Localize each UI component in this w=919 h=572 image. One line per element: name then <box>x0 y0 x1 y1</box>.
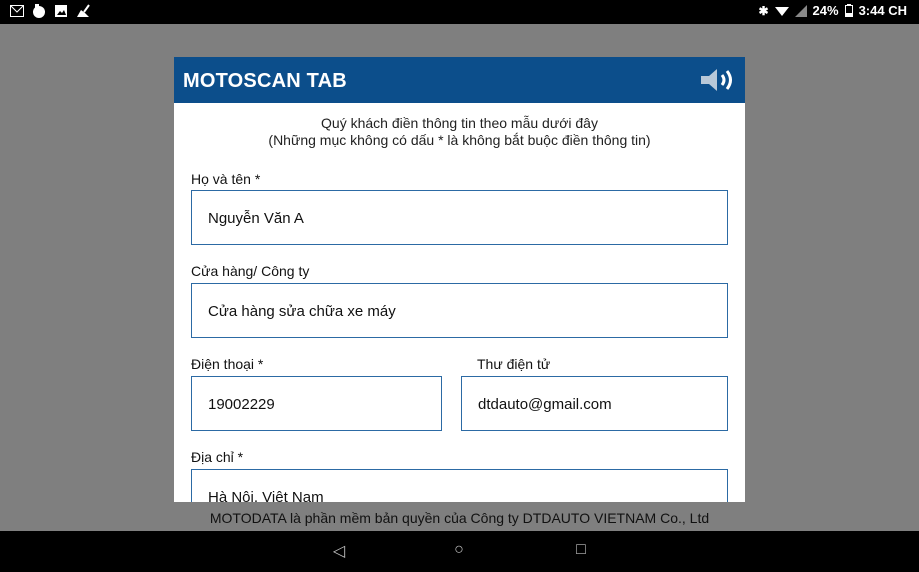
navigation-bar: ◁ ○ □ <box>0 531 919 572</box>
email-value: dtdauto@gmail.com <box>478 396 612 413</box>
app-icon <box>33 4 45 18</box>
phone-field[interactable]: 19002229 <box>191 376 442 431</box>
wifi-icon <box>774 6 789 16</box>
dialog-title: MOTOSCAN TAB <box>183 70 347 92</box>
email-field[interactable]: dtdauto@gmail.com <box>461 376 728 431</box>
bluetooth-icon: ✱ <box>758 3 769 18</box>
notification-icons <box>10 4 90 18</box>
system-status: ✱ 24% 3:44 CH <box>758 3 907 18</box>
intro-line-2: (Những mục không có dấu * là không bắt b… <box>268 132 651 148</box>
image-icon <box>55 5 67 17</box>
copyright-footer: MOTODATA là phần mềm bản quyền của Công … <box>209 510 710 526</box>
home-button[interactable]: ○ <box>447 541 471 563</box>
address-label: Địa chỉ * <box>191 449 244 465</box>
battery-icon <box>844 4 853 17</box>
broom-icon <box>77 4 90 17</box>
status-bar: ✱ 24% 3:44 CH <box>0 0 919 24</box>
name-field[interactable]: Nguyễn Văn A <box>191 190 728 245</box>
gmail-icon <box>10 5 24 17</box>
signal-icon <box>794 4 807 17</box>
company-value: Cửa hàng sửa chữa xe máy <box>208 303 396 320</box>
dialog-header: MOTOSCAN TAB <box>174 57 745 103</box>
registration-dialog: MOTOSCAN TAB Quý khách điền thông tin th… <box>174 57 745 502</box>
phone-label: Điện thoại * <box>191 356 264 372</box>
name-value: Nguyễn Văn A <box>208 210 304 227</box>
company-label: Cửa hàng/ Công ty <box>191 263 310 279</box>
phone-value: 19002229 <box>208 396 275 413</box>
company-field[interactable]: Cửa hàng sửa chữa xe máy <box>191 283 728 338</box>
battery-percent: 24% <box>812 3 839 18</box>
recents-button[interactable]: □ <box>569 541 593 563</box>
intro-text: Quý khách điền thông tin theo mẫu dưới đ… <box>174 115 745 149</box>
speaker-icon[interactable] <box>699 66 735 94</box>
address-value: Hà Nội, Việt Nam <box>208 489 324 502</box>
email-label: Thư điện tử <box>477 356 551 372</box>
intro-line-1: Quý khách điền thông tin theo mẫu dưới đ… <box>321 115 598 131</box>
back-button[interactable]: ◁ <box>327 541 351 563</box>
clock: 3:44 CH <box>858 3 907 18</box>
name-label: Họ và tên * <box>191 171 261 187</box>
address-field[interactable]: Hà Nội, Việt Nam <box>191 469 728 502</box>
